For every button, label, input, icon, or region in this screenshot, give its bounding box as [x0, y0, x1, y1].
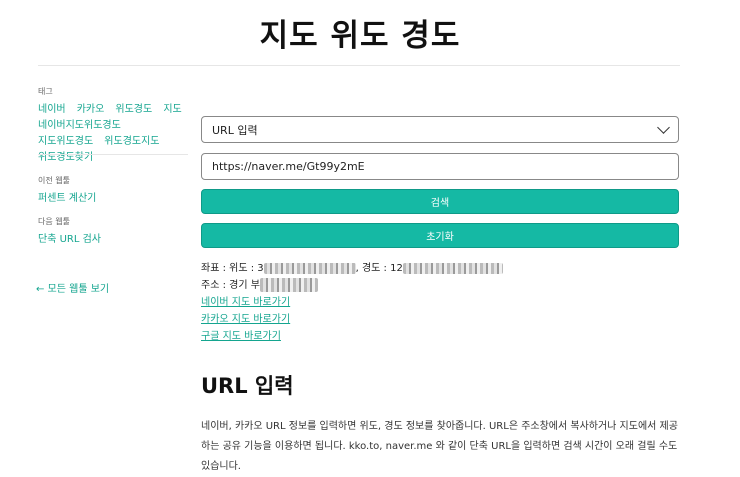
url-input[interactable]: https://naver.me/Gt99y2mE: [201, 153, 679, 180]
redacted-latitude: [263, 262, 356, 274]
all-apps-link[interactable]: ← 모든 웹툴 보기: [36, 280, 109, 295]
tag-link[interactable]: 네이버: [38, 104, 66, 115]
address-row: 주소 : 경기 부: [201, 277, 679, 294]
prev-app: 이전 웹툴 퍼센트 계산기: [38, 175, 96, 204]
next-app-label: 다음 웹툴: [38, 217, 70, 226]
main-form: URL 입력 https://naver.me/Gt99y2mE 검색 초기화 …: [201, 116, 679, 345]
next-app-link[interactable]: 단축 URL 검사: [38, 230, 101, 245]
sidebar: 태그 네이버 카카오 위도경도 지도 네이버지도위도경도 지도위도경도 위도경도…: [38, 86, 188, 164]
tag-link[interactable]: 지도위도경도: [38, 136, 93, 147]
header-divider: [38, 65, 680, 66]
tag-link[interactable]: 카카오: [77, 104, 105, 115]
tags-label: 태그: [38, 87, 53, 96]
tag-link[interactable]: 네이버지도위도경도: [38, 120, 121, 131]
section-heading: URL 입력: [201, 374, 294, 398]
redacted-address: [259, 278, 318, 292]
tag-link[interactable]: 지도: [163, 104, 181, 115]
section-description: 네이버, 카카오 URL 정보를 입력하면 위도, 경도 정보를 찾아줍니다. …: [201, 421, 678, 472]
tag-link[interactable]: 위도경도지도: [104, 136, 159, 147]
chevron-down-icon: [657, 121, 670, 134]
prev-app-label: 이전 웹툴: [38, 176, 70, 185]
coord-row: 좌표 : 위도 : 3 , 경도 : 12: [201, 260, 679, 277]
next-app: 다음 웹툴 단축 URL 검사: [38, 216, 101, 245]
search-button[interactable]: 검색: [201, 189, 679, 214]
prev-app-link[interactable]: 퍼센트 계산기: [38, 189, 96, 204]
naver-map-link[interactable]: 네이버 지도 바로가기: [201, 294, 679, 311]
coord-mid: , 경도 : 12: [355, 263, 403, 274]
sidebar-divider: [38, 154, 188, 155]
tag-link[interactable]: 위도경도: [115, 104, 152, 115]
select-value: URL 입력: [212, 123, 258, 137]
address-prefix: 주소 : 경기 부: [201, 280, 260, 291]
reset-button[interactable]: 초기화: [201, 223, 679, 248]
google-map-link[interactable]: 구글 지도 바로가기: [201, 328, 679, 345]
input-type-select[interactable]: URL 입력: [201, 116, 679, 143]
result-panel: 좌표 : 위도 : 3 , 경도 : 12 주소 : 경기 부 네이버 지도 바로…: [201, 260, 679, 345]
page-title: 지도 위도 경도: [259, 18, 461, 54]
redacted-longitude: [402, 262, 503, 274]
kakao-map-link[interactable]: 카카오 지도 바로가기: [201, 311, 679, 328]
coord-prefix: 좌표 : 위도 : 3: [201, 263, 264, 274]
